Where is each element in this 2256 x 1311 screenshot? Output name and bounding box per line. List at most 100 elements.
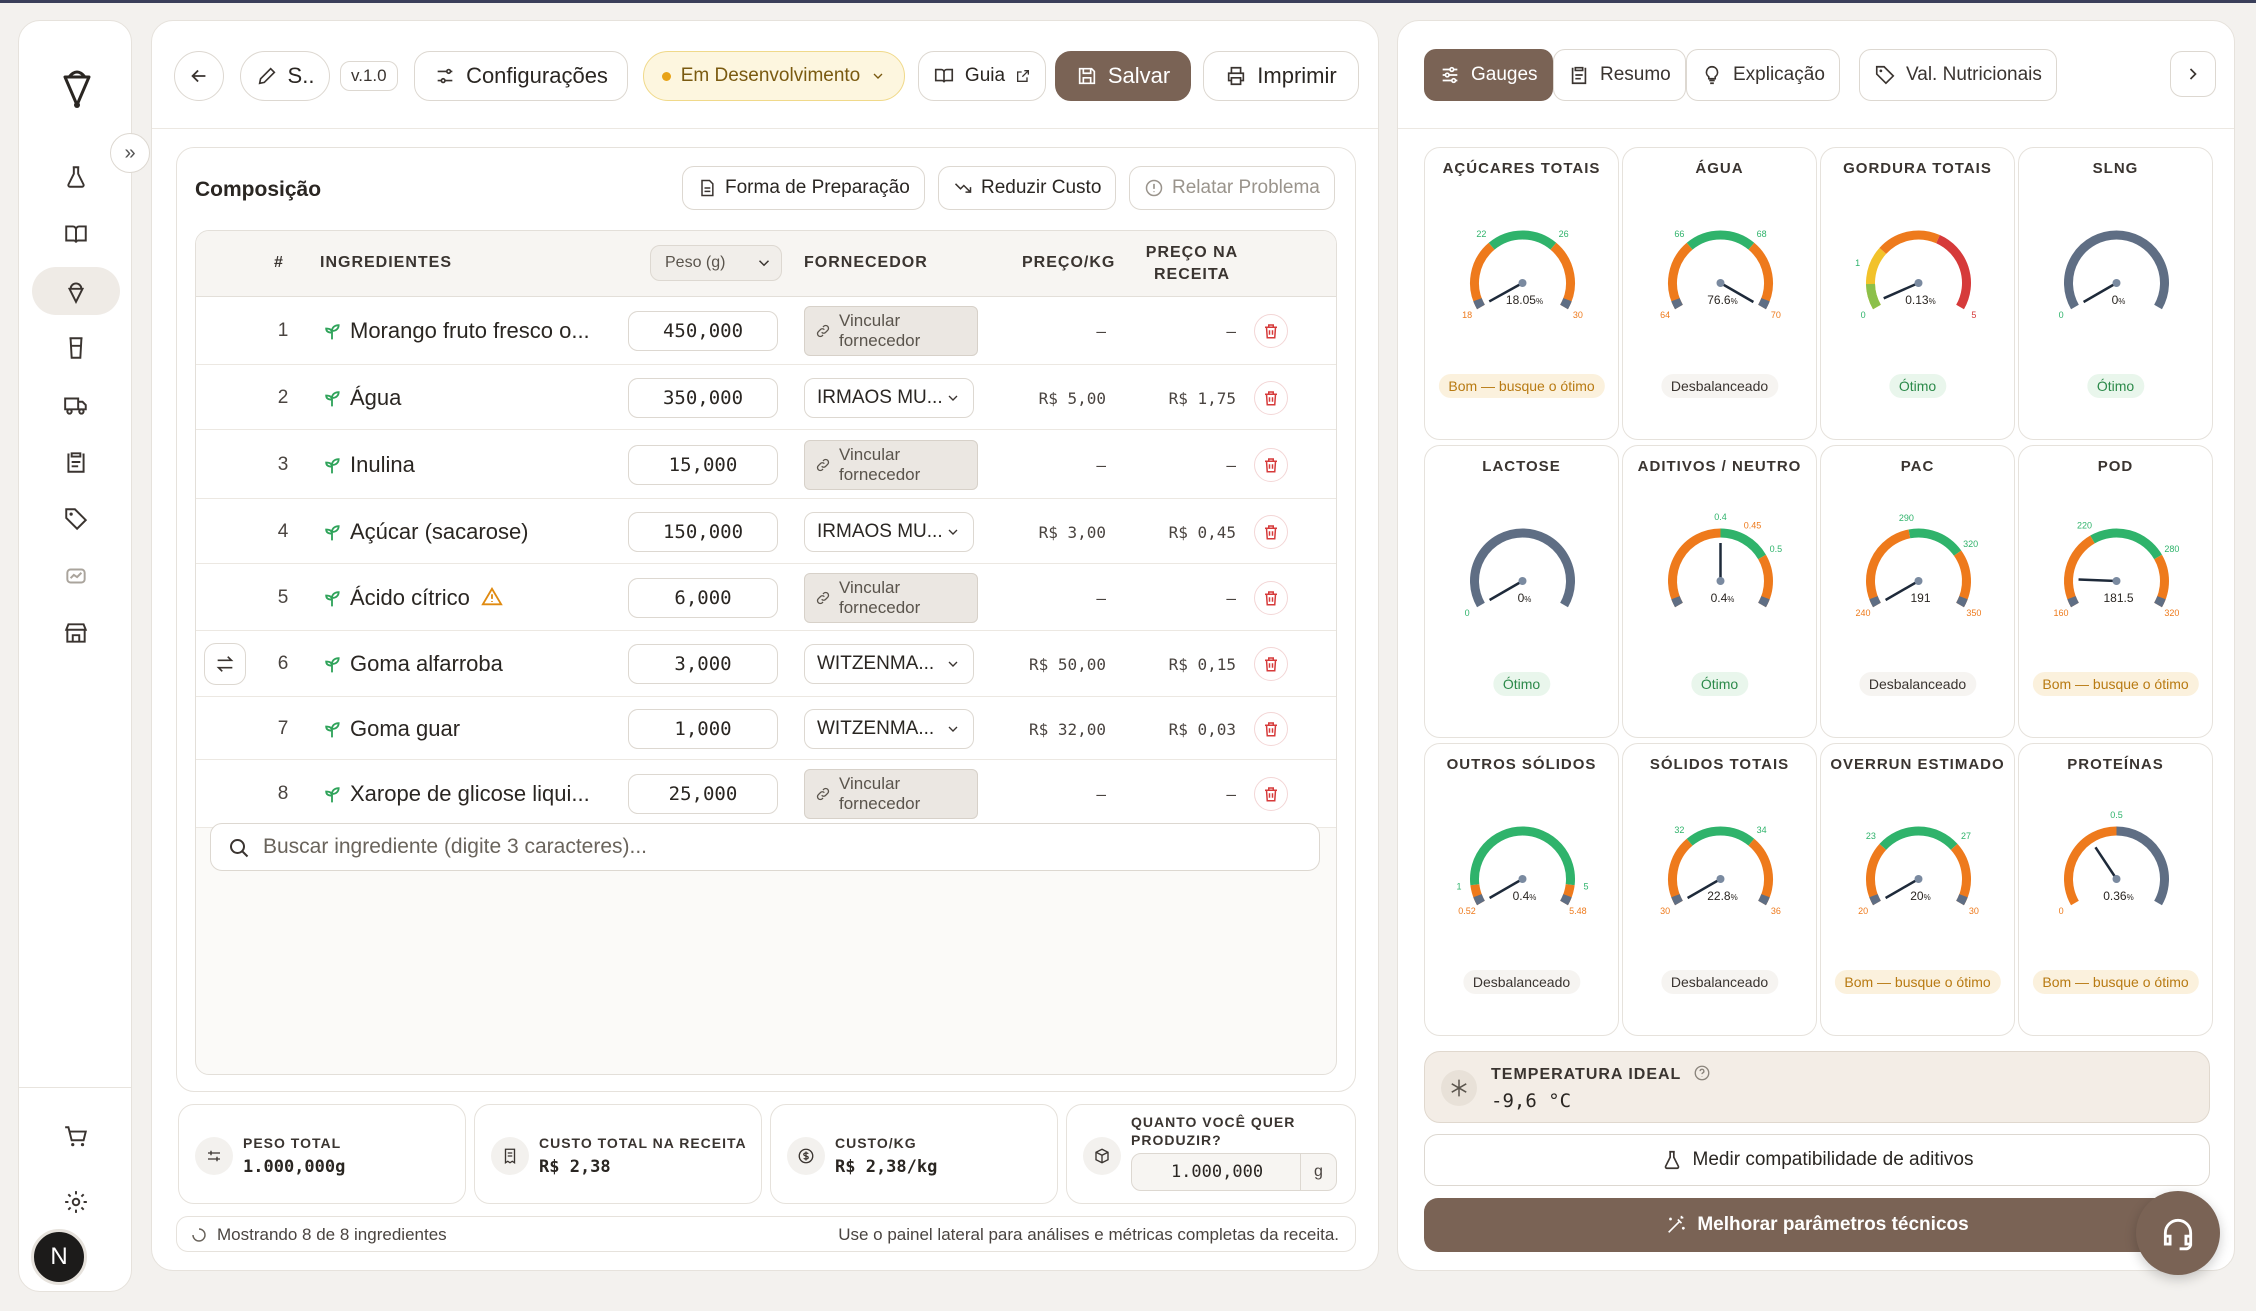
ingredient-name[interactable]: Ácido cítrico	[350, 585, 504, 611]
gauge-card[interactable]: ADITIVOS / NEUTRO 0.4 0.45 0.5 0.4% Ótimo	[1622, 445, 1817, 738]
ingredient-quantity-input[interactable]: 350,000	[628, 377, 778, 418]
gauge-card[interactable]: GORDURA TOTAIS 0 1 5 0.13% Ótimo	[1820, 147, 2015, 440]
sidebar-item-store[interactable]	[32, 609, 120, 657]
ingredient-name[interactable]: Xarope de glicose liqui...	[350, 781, 590, 807]
gauge-arc-segment	[1758, 894, 1770, 906]
sidebar-item-clipboard[interactable]	[32, 438, 120, 486]
help-circle-icon[interactable]	[1693, 1064, 1711, 1082]
sidebar-item-tags[interactable]	[32, 495, 120, 543]
expand-sidebar-button[interactable]: »	[110, 133, 150, 173]
sidebar-item-settings[interactable]	[32, 1178, 120, 1226]
clipboard-icon	[67, 452, 85, 473]
delete-ingredient-button[interactable]	[1254, 777, 1288, 811]
recipe-name-button[interactable]: S..	[240, 51, 330, 101]
improve-parameters-button[interactable]: Melhorar parâmetros técnicos	[1424, 1198, 2210, 1252]
clipboard-icon	[1571, 66, 1587, 85]
delete-ingredient-button[interactable]	[1254, 514, 1288, 549]
support-chat-button[interactable]	[2136, 1191, 2220, 1275]
avatar[interactable]: N	[31, 1229, 87, 1285]
status-dropdown[interactable]: Em Desenvolvimento	[643, 51, 905, 101]
ingredient-quantity-input[interactable]: 1,000	[628, 708, 778, 749]
sidebar-item-cart[interactable]	[32, 1113, 120, 1161]
delete-ingredient-button[interactable]	[1254, 647, 1288, 681]
sidebar-item-reports[interactable]	[32, 552, 120, 600]
tab-explanation[interactable]: Explicação	[1686, 49, 1840, 101]
ingredient-name[interactable]: Água	[350, 385, 401, 411]
report-problem-button[interactable]: Relatar Problema	[1129, 166, 1335, 210]
ingredient-name[interactable]: Goma guar	[350, 716, 460, 742]
delete-ingredient-button[interactable]	[1254, 580, 1288, 615]
preparation-button[interactable]: Forma de Preparação	[682, 166, 925, 210]
link-supplier-button[interactable]: Vincular fornecedor	[804, 439, 978, 490]
settings-button[interactable]: Configurações	[414, 51, 628, 101]
reduce-cost-button[interactable]: Reduzir Custo	[938, 166, 1117, 210]
ingredient-quantity-input[interactable]: 450,000	[628, 311, 778, 351]
tab-gauges[interactable]: Gauges	[1424, 49, 1553, 101]
gauge-card[interactable]: PROTEÍNAS 0 0.5 0.36% Bom — busque o ótimo	[2018, 743, 2213, 1036]
guide-button[interactable]: Guia	[918, 51, 1046, 101]
ingredient-name[interactable]: Inulina	[350, 452, 415, 478]
ingredient-quantity-input[interactable]: 3,000	[628, 644, 778, 684]
weight-unit-select[interactable]: Peso (g)	[650, 245, 782, 281]
tabs-next-button[interactable]	[2170, 51, 2216, 97]
produce-quantity-unit: g	[1300, 1154, 1336, 1190]
link-supplier-button[interactable]: Vincular fornecedor	[804, 306, 978, 356]
tab-summary[interactable]: Resumo	[1553, 49, 1686, 101]
sidebar-item-lab[interactable]	[32, 153, 120, 201]
ingredient-search-input[interactable]: Buscar ingrediente (digite 3 caracteres)…	[210, 823, 1320, 871]
ingredient-quantity-input[interactable]: 15,000	[628, 444, 778, 485]
gauge-card[interactable]: OVERRUN ESTIMADO 20 23 27 30 20% Bom — busque …	[1820, 743, 2015, 1036]
gauge-dial: 160 220 280 320 181.5	[2054, 521, 2180, 618]
supplier-select[interactable]: IRMAOS MU...	[804, 377, 974, 418]
save-button[interactable]: Salvar	[1055, 51, 1191, 101]
price-per-kg: –	[1096, 455, 1106, 475]
link-supplier-button[interactable]: Vincular fornecedor	[804, 769, 978, 819]
gauge-card[interactable]: POD 160 220 280 320 181.5 Bom — busque o ótimo	[2018, 445, 2213, 738]
warning-icon[interactable]	[480, 586, 504, 608]
ingredient-name[interactable]: Açúcar (sacarose)	[350, 519, 529, 545]
produce-quantity-input[interactable]: 1.000,000 g	[1131, 1153, 1337, 1191]
delete-ingredient-button[interactable]	[1254, 314, 1288, 348]
gauge-tick-label: 160	[2054, 608, 2069, 618]
measure-additives-button[interactable]: Medir compatibilidade de aditivos	[1424, 1134, 2210, 1186]
link-supplier-button[interactable]: Vincular fornecedor	[804, 572, 978, 623]
ingredient-quantity-input[interactable]: 25,000	[628, 774, 778, 814]
price-in-recipe: R$ 0,15	[1168, 655, 1236, 674]
back-button[interactable]	[174, 51, 224, 101]
swap-ingredient-button[interactable]	[204, 643, 246, 685]
gauge-card[interactable]: AÇÚCARES TOTAIS 18 22 26 30 18.05% Bom — busqu…	[1424, 147, 1619, 440]
gauge-card[interactable]: ÁGUA 64 66 68 70 76.6% Desbalanceado	[1622, 147, 1817, 440]
gauge-card[interactable]: SLNG 0 0% Ótimo	[2018, 147, 2213, 440]
sidebar-item-delivery[interactable]	[32, 381, 120, 429]
gauge-arc-segment	[1956, 894, 1968, 906]
ingredient-name[interactable]: Goma alfarroba	[350, 651, 503, 677]
gauge-value-unit: %	[1731, 297, 1738, 306]
print-button[interactable]: Imprimir	[1203, 51, 1359, 101]
ingredient-quantity-input[interactable]: 150,000	[628, 511, 778, 552]
gauge-card[interactable]: SÓLIDOS TOTAIS 30 32 34 36 22.8% Desbalanceado	[1622, 743, 1817, 1036]
print-label: Imprimir	[1257, 63, 1337, 88]
tab-nutrition[interactable]: Val. Nutricionais	[1859, 49, 2057, 101]
ingredient-name[interactable]: Morango fruto fresco o...	[350, 318, 590, 344]
delete-ingredient-button[interactable]	[1254, 711, 1288, 746]
receipt-icon	[491, 1137, 529, 1175]
sidebar-item-book[interactable]	[32, 210, 120, 258]
supplier-select[interactable]: IRMAOS MU...	[804, 511, 974, 552]
supplier-select[interactable]: WITZENMA...	[804, 644, 974, 684]
delete-ingredient-button[interactable]	[1254, 447, 1288, 482]
gauge-card[interactable]: PAC 240 290 320 350 191 Desbalanceado	[1820, 445, 2015, 738]
gauge-arc-segment	[1560, 298, 1572, 310]
gauge-card[interactable]: OUTROS SÓLIDOS 0.52 1 5 5.48 0.4% Desbalancead…	[1424, 743, 1619, 1036]
gauge-dial: 0 0%	[2059, 230, 2169, 320]
footer-hint: Use o painel lateral para análises e mét…	[838, 1225, 1339, 1244]
row-number: 6	[277, 653, 289, 674]
sidebar-item-recipes[interactable]	[32, 267, 120, 315]
supplier-select[interactable]: WITZENMA...	[804, 708, 974, 749]
price-in-recipe: –	[1226, 322, 1236, 341]
logo-icon[interactable]	[59, 65, 95, 117]
sidebar-item-cup[interactable]	[32, 324, 120, 372]
ingredient-quantity-input[interactable]: 6,000	[628, 577, 778, 618]
gauge-card[interactable]: LACTOSE 0 0% Ótimo	[1424, 445, 1619, 738]
link-icon	[816, 458, 830, 471]
delete-ingredient-button[interactable]	[1254, 380, 1288, 415]
